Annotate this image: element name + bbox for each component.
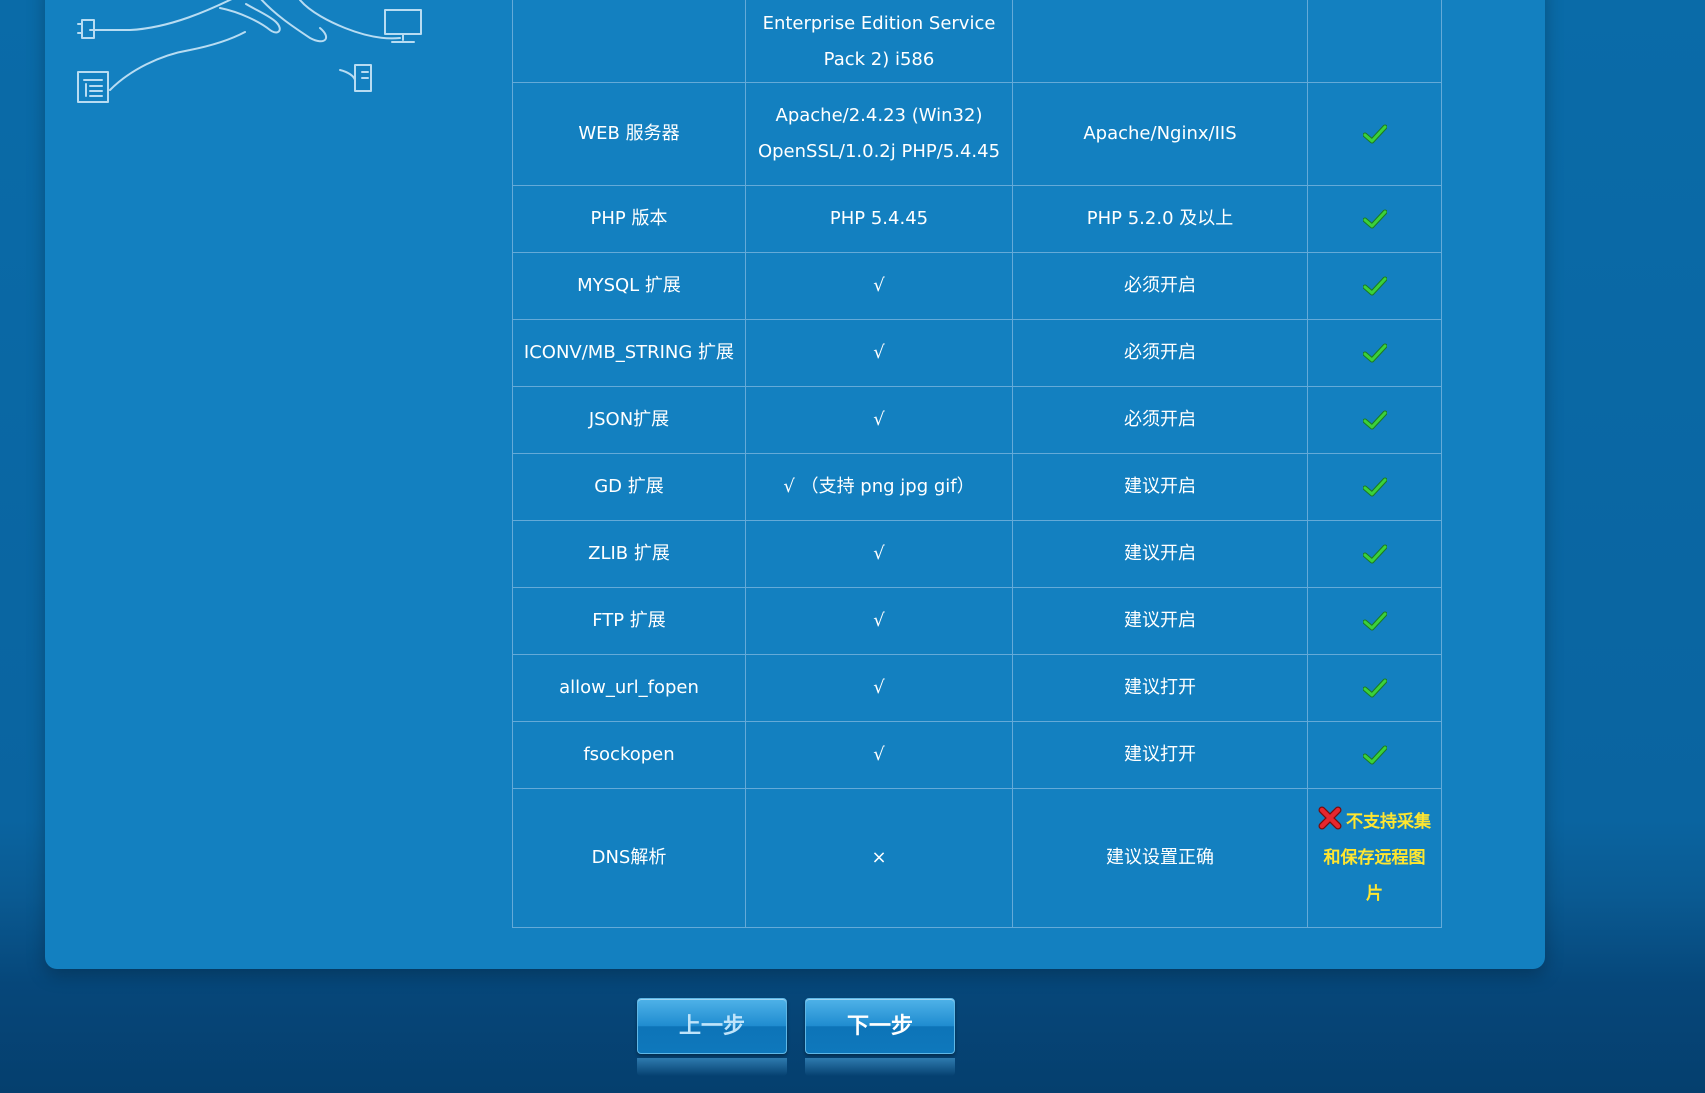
required-cell: 必须开启 bbox=[1012, 319, 1308, 387]
status-cell bbox=[1307, 185, 1442, 253]
status-cell bbox=[1307, 0, 1442, 83]
required-cell: 建议开启 bbox=[1012, 587, 1308, 655]
item-cell: allow_url_fopen bbox=[512, 654, 746, 722]
item-cell: ICONV/MB_STRING 扩展 bbox=[512, 319, 746, 387]
table-row: PHP 版本 PHP 5.4.45 PHP 5.2.0 及以上 bbox=[512, 185, 1442, 253]
required-cell: 建议打开 bbox=[1012, 654, 1308, 722]
check-icon bbox=[1362, 124, 1387, 144]
current-cell: √ bbox=[745, 319, 1013, 387]
current-cell: × bbox=[745, 788, 1013, 928]
button-reflection bbox=[637, 1058, 787, 1076]
current-cell: PHP 5.4.45 bbox=[745, 185, 1013, 253]
environment-check-table: Enterprise Edition Service Pack 2) i586 … bbox=[512, 0, 1442, 928]
check-icon bbox=[1362, 477, 1387, 497]
install-illustration bbox=[77, 0, 422, 103]
prev-step-button[interactable]: 上一步 bbox=[637, 998, 787, 1054]
check-icon bbox=[1362, 209, 1387, 229]
check-icon bbox=[1362, 745, 1387, 765]
current-cell: Enterprise Edition Service Pack 2) i586 bbox=[745, 0, 1013, 83]
status-cell: 不支持采集和保存远程图片 bbox=[1307, 788, 1442, 928]
check-icon bbox=[1362, 410, 1387, 430]
table-row: allow_url_fopen √ 建议打开 bbox=[512, 654, 1442, 722]
button-reflection bbox=[805, 1058, 955, 1076]
check-icon bbox=[1362, 544, 1387, 564]
check-icon bbox=[1362, 343, 1387, 363]
item-cell: WEB 服务器 bbox=[512, 82, 746, 186]
required-cell: 建议设置正确 bbox=[1012, 788, 1308, 928]
status-cell bbox=[1307, 252, 1442, 320]
current-cell: √ bbox=[745, 386, 1013, 454]
required-cell: 建议开启 bbox=[1012, 520, 1308, 588]
check-icon bbox=[1362, 276, 1387, 296]
status-cell bbox=[1307, 453, 1442, 521]
table-row: MYSQL 扩展 √ 必须开启 bbox=[512, 252, 1442, 320]
required-cell: Apache/Nginx/IIS bbox=[1012, 82, 1308, 186]
status-cell bbox=[1307, 386, 1442, 454]
required-cell bbox=[1012, 0, 1308, 83]
table-row: WEB 服务器 Apache/2.4.23 (Win32) OpenSSL/1.… bbox=[512, 82, 1442, 186]
current-cell: √ bbox=[745, 520, 1013, 588]
status-fail-message: 不支持采集和保存远程图片 bbox=[1314, 804, 1435, 912]
status-cell bbox=[1307, 82, 1442, 186]
table-row: ZLIB 扩展 √ 建议开启 bbox=[512, 520, 1442, 588]
check-icon bbox=[1362, 611, 1387, 631]
item-cell bbox=[512, 0, 746, 83]
table-row: FTP 扩展 √ 建议开启 bbox=[512, 587, 1442, 655]
monitor-icon bbox=[384, 9, 422, 35]
required-cell: PHP 5.2.0 及以上 bbox=[1012, 185, 1308, 253]
status-cell bbox=[1307, 587, 1442, 655]
current-cell: √ bbox=[745, 252, 1013, 320]
table-row: GD 扩展 √ （支持 png jpg gif） 建议开启 bbox=[512, 453, 1442, 521]
status-cell bbox=[1307, 520, 1442, 588]
current-cell: √ bbox=[745, 654, 1013, 722]
item-cell: DNS解析 bbox=[512, 788, 746, 928]
required-cell: 必须开启 bbox=[1012, 386, 1308, 454]
table-row: DNS解析 × 建议设置正确 不支持采集和保存远程图片 bbox=[512, 788, 1442, 928]
current-cell: √ bbox=[745, 721, 1013, 789]
table-row: ICONV/MB_STRING 扩展 √ 必须开启 bbox=[512, 319, 1442, 387]
required-cell: 必须开启 bbox=[1012, 252, 1308, 320]
next-step-button[interactable]: 下一步 bbox=[805, 998, 955, 1054]
item-cell: PHP 版本 bbox=[512, 185, 746, 253]
current-cell: √ bbox=[745, 587, 1013, 655]
status-cell bbox=[1307, 319, 1442, 387]
check-icon bbox=[1362, 678, 1387, 698]
table-row: Enterprise Edition Service Pack 2) i586 bbox=[512, 0, 1442, 83]
item-cell: JSON扩展 bbox=[512, 386, 746, 454]
item-cell: FTP 扩展 bbox=[512, 587, 746, 655]
table-row: fsockopen √ 建议打开 bbox=[512, 721, 1442, 789]
x-icon bbox=[1318, 806, 1342, 830]
item-cell: ZLIB 扩展 bbox=[512, 520, 746, 588]
item-cell: MYSQL 扩展 bbox=[512, 252, 746, 320]
required-cell: 建议打开 bbox=[1012, 721, 1308, 789]
item-cell: fsockopen bbox=[512, 721, 746, 789]
status-cell bbox=[1307, 654, 1442, 722]
current-cell: √ （支持 png jpg gif） bbox=[745, 453, 1013, 521]
status-cell bbox=[1307, 721, 1442, 789]
table-row: JSON扩展 √ 必须开启 bbox=[512, 386, 1442, 454]
current-cell: Apache/2.4.23 (Win32) OpenSSL/1.0.2j PHP… bbox=[745, 82, 1013, 186]
required-cell: 建议开启 bbox=[1012, 453, 1308, 521]
item-cell: GD 扩展 bbox=[512, 453, 746, 521]
